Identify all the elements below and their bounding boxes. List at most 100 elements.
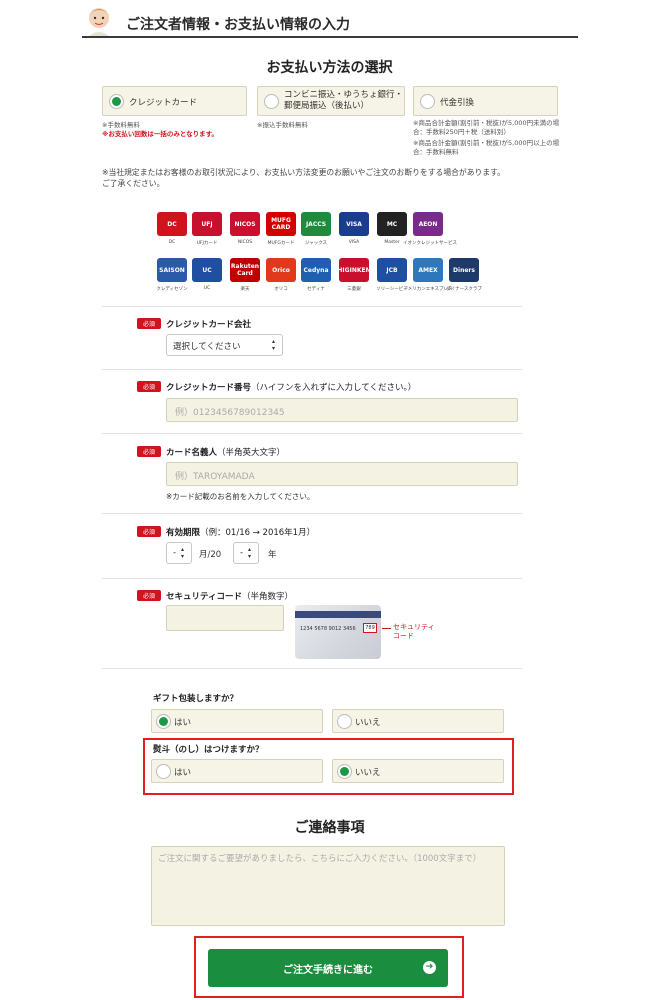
card-brand-caption: イオンクレジットサービス bbox=[403, 241, 457, 246]
gift-question: ギフト包装しますか？ bbox=[153, 694, 239, 704]
security-code-pointer-label: セキュリティ コード bbox=[393, 623, 435, 641]
security-code-label-sub: （半角数字） bbox=[242, 592, 294, 602]
card-number-label-text: クレジットカード番号 bbox=[166, 383, 252, 393]
required-badge: 必須 bbox=[137, 381, 161, 392]
gift-option-yes[interactable]: はい bbox=[151, 709, 323, 733]
card-number-label-sub: （ハイフンを入れずに入力してください。） bbox=[251, 383, 417, 393]
expiry-label-sub: （例：01/16 → 2016年1月） bbox=[200, 528, 316, 538]
gift-option-no[interactable]: いいえ bbox=[332, 709, 504, 733]
security-code-pointer bbox=[382, 628, 391, 629]
noshi-option-no[interactable]: いいえ bbox=[332, 759, 504, 783]
expiry-year-select[interactable]: - bbox=[233, 542, 259, 564]
divider bbox=[102, 433, 522, 434]
radio-noshi-no[interactable] bbox=[337, 764, 352, 779]
divider bbox=[102, 369, 522, 370]
security-code-label-text: セキュリティコード bbox=[166, 592, 242, 602]
card-holder-label: カード名義人（半角英大文字） bbox=[166, 446, 285, 458]
expiry-month-suffix: 月/20 bbox=[199, 550, 222, 560]
card-brand-logo-icon: Cedyna bbox=[301, 258, 331, 282]
arrow-right-icon: ➔ bbox=[423, 961, 436, 974]
cod-note-4: 合：手数料無料 bbox=[413, 148, 459, 156]
security-code-label: セキュリティコード（半角数字） bbox=[166, 590, 293, 602]
noshi-question: 熨斗（のし）はつけますか？ bbox=[153, 745, 264, 755]
radio-cod[interactable] bbox=[420, 94, 435, 109]
divider bbox=[102, 306, 522, 307]
payment-notice-line1: ※当社規定またはお客様のお取引状況により、お支払い方法変更のお願いやご注文のお断… bbox=[102, 168, 505, 177]
radio-gift-yes[interactable] bbox=[156, 714, 171, 729]
card-holder-note: ※カード記載のお名前を入力してください。 bbox=[166, 492, 315, 501]
page-header: ご注文者情報・お支払い情報の入力 bbox=[82, 0, 578, 40]
divider bbox=[102, 578, 522, 579]
submit-order-button[interactable]: ご注文手続きに進む ➔ bbox=[208, 949, 448, 987]
gift-yes-label: はい bbox=[174, 718, 192, 728]
security-code-input[interactable] bbox=[166, 605, 284, 631]
card-brand-logo-icon: NICOS bbox=[230, 212, 260, 236]
gift-no-label: いいえ bbox=[355, 718, 381, 728]
card-magnetic-stripe bbox=[295, 611, 381, 618]
card-brand-logo-icon: Rakuten Card bbox=[230, 258, 260, 282]
security-pointer-line1: セキュリティ bbox=[393, 623, 435, 631]
payment-option-cod[interactable]: 代金引換 bbox=[413, 86, 558, 116]
payment-section-title: お支払い方法の選択 bbox=[266, 60, 393, 76]
card-brand-logo-icon: UFJ bbox=[192, 212, 222, 236]
payment-notice-line2: ご了承ください。 bbox=[102, 179, 165, 188]
divider bbox=[102, 668, 522, 669]
card-brand-logo-icon: AEON bbox=[413, 212, 443, 236]
expiry-year-suffix: 年 bbox=[268, 550, 277, 560]
noshi-no-label: いいえ bbox=[355, 768, 381, 778]
card-number-input[interactable]: 例）0123456789012345 bbox=[166, 398, 518, 422]
card-brand-logo-icon: JCB bbox=[377, 258, 407, 282]
contact-section-title: ご連絡事項 bbox=[294, 820, 365, 836]
expiry-label: 有効期限（例：01/16 → 2016年1月） bbox=[166, 526, 315, 538]
card-brand-logo-icon: UC bbox=[192, 258, 222, 282]
radio-gift-no[interactable] bbox=[337, 714, 352, 729]
convenience-note: ※振込手数料無料 bbox=[257, 121, 308, 129]
card-brand-logo-icon: HIGINKEN bbox=[337, 258, 371, 282]
card-brand-logo-icon: JACCS bbox=[301, 212, 331, 236]
convenience-label-line2: 郵便局振込（後払い） bbox=[284, 101, 370, 111]
card-brand-logo-icon: AMEX bbox=[413, 258, 443, 282]
required-badge: 必須 bbox=[137, 590, 161, 601]
card-brand-logo-icon: MUFG CARD bbox=[266, 212, 296, 236]
convenience-label-line1: コンビニ振込・ゆうちょ銀行・ bbox=[284, 90, 404, 100]
card-holder-input[interactable]: 例）TAROYAMADA bbox=[166, 462, 518, 486]
radio-convenience[interactable] bbox=[264, 94, 279, 109]
noshi-option-yes[interactable]: はい bbox=[151, 759, 323, 783]
payment-option-convenience[interactable]: コンビニ振込・ゆうちょ銀行・ 郵便局振込（後払い） bbox=[257, 86, 405, 116]
credit-red-note: ※お支払い回数は一括のみとなります。 bbox=[102, 130, 218, 138]
card-brand-logo-icon: MC bbox=[377, 212, 407, 236]
payment-option-convenience-label: コンビニ振込・ゆうちょ銀行・ 郵便局振込（後払い） bbox=[284, 90, 403, 112]
payment-notice: ※当社規定またはお客様のお取引状況により、お支払い方法変更のお願いやご注文のお断… bbox=[102, 167, 505, 189]
card-sample-cvv: 789 bbox=[363, 623, 377, 633]
card-company-select[interactable]: 選択してください bbox=[166, 334, 283, 356]
radio-credit[interactable] bbox=[109, 94, 124, 109]
expiry-label-text: 有効期限 bbox=[166, 528, 201, 538]
card-brand-logo-icon: SAISON bbox=[157, 258, 187, 282]
required-badge: 必須 bbox=[137, 446, 161, 457]
card-brand-caption: ダイナースクラブ bbox=[446, 287, 482, 292]
divider bbox=[102, 513, 522, 514]
payment-option-credit[interactable]: クレジットカード bbox=[102, 86, 247, 116]
payment-option-cod-label: 代金引換 bbox=[440, 98, 475, 108]
card-company-label: クレジットカード会社 bbox=[166, 320, 252, 330]
card-brand-logo-icon: Orico bbox=[266, 258, 296, 282]
required-badge: 必須 bbox=[137, 318, 161, 329]
card-brand-logo-icon: DC bbox=[157, 212, 187, 236]
security-pointer-line2: コード bbox=[393, 632, 414, 640]
header-divider bbox=[82, 36, 578, 38]
card-number-label: クレジットカード番号（ハイフンを入れずに入力してください。） bbox=[166, 381, 416, 393]
cod-note-2: 合：手数料250円＋税（送料別） bbox=[413, 128, 510, 136]
submit-order-label: ご注文手続きに進む bbox=[283, 964, 373, 976]
required-badge: 必須 bbox=[137, 526, 161, 537]
page-title: ご注文者情報・お支払い情報の入力 bbox=[126, 17, 350, 33]
mascot-icon bbox=[87, 8, 111, 38]
radio-noshi-yes[interactable] bbox=[156, 764, 171, 779]
noshi-yes-label: はい bbox=[174, 768, 192, 778]
expiry-month-select[interactable]: - bbox=[166, 542, 192, 564]
card-holder-label-sub: （半角英大文字） bbox=[217, 448, 286, 458]
contact-textarea[interactable]: ご注文に関するご要望がありましたら、こちらにご入力ください。（1000文字まで） bbox=[151, 846, 505, 926]
card-sample-number: 1234 5678 9012 3456 bbox=[300, 626, 356, 632]
card-brand-logo-icon: Diners bbox=[449, 258, 479, 282]
card-holder-label-text: カード名義人 bbox=[166, 448, 218, 458]
card-brand-logo-icon: VISA bbox=[339, 212, 369, 236]
